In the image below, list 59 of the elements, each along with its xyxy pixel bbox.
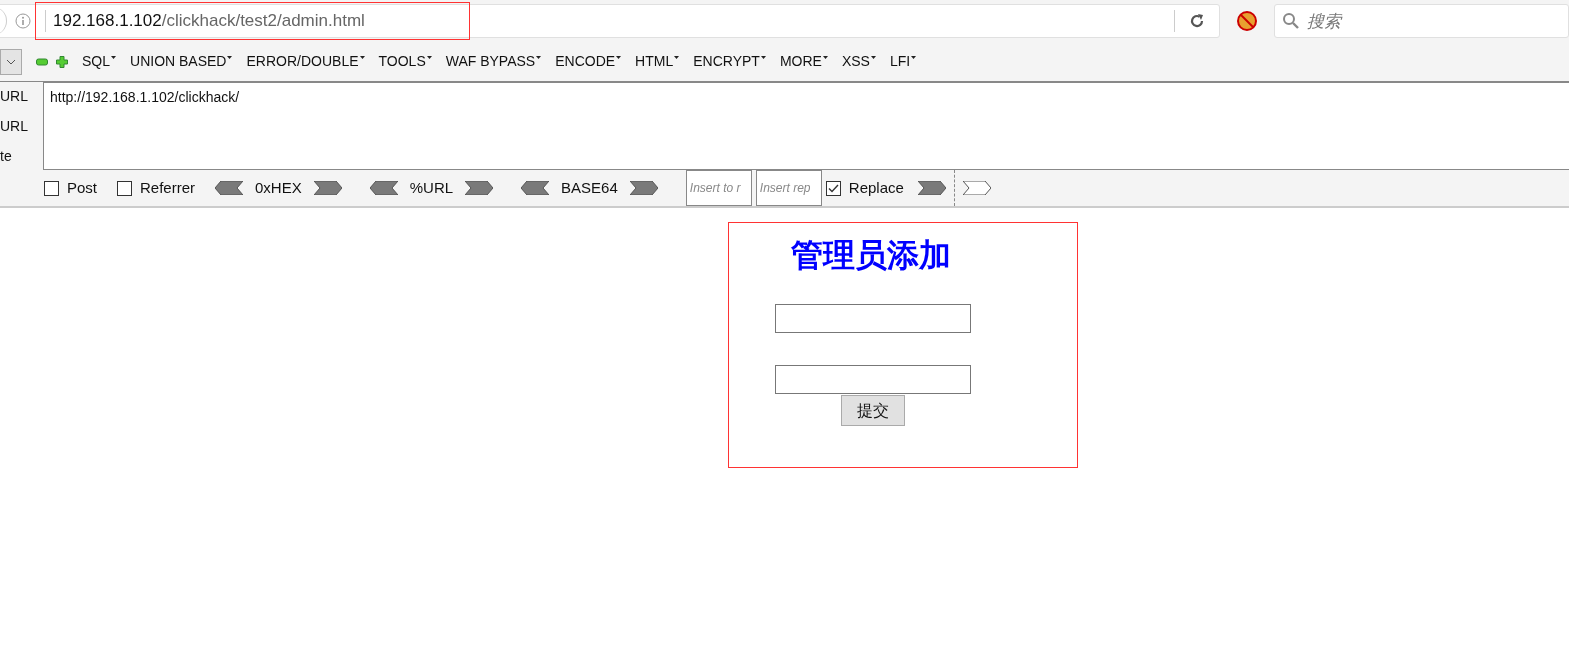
insert-field[interactable]: Insert rep <box>755 170 822 206</box>
right-chevron-icon[interactable] <box>917 181 946 195</box>
checkbox[interactable] <box>825 180 841 196</box>
left-chevron-icon[interactable] <box>215 181 244 195</box>
checkbox-label[interactable]: Post <box>67 176 97 200</box>
address-bar[interactable]: 192.168.1.102/clickhack/test2/admin.html <box>0 4 1220 38</box>
encoder-label: %URL <box>409 177 454 198</box>
right-chevron-icon[interactable] <box>962 181 991 195</box>
left-chevron-icon[interactable] <box>521 181 550 195</box>
url-host: 192.168.1.102 <box>53 10 162 33</box>
menu-item[interactable]: MORE <box>779 51 828 72</box>
submit-button[interactable]: 提交 <box>840 395 905 426</box>
encoder-label: 0xHEX <box>255 177 302 198</box>
blocked-addon-icon[interactable] <box>1236 10 1258 32</box>
caret-icon <box>227 56 233 59</box>
menu-item[interactable]: ENCRYPT <box>693 51 766 72</box>
input-field[interactable] <box>774 365 971 394</box>
right-chevron-icon[interactable] <box>629 181 658 195</box>
caret-icon <box>426 56 432 59</box>
menu-item[interactable]: TOOLS <box>378 51 432 72</box>
url-path: /clickhack/test2/admin.html <box>161 10 365 33</box>
right-chevron-icon[interactable] <box>313 181 342 195</box>
insert-field[interactable]: Insert to r <box>685 170 752 206</box>
side-label[interactable]: URL <box>0 116 43 137</box>
menu-item[interactable]: ERROR/DOUBLE <box>246 51 365 72</box>
chevron-down-icon <box>6 58 16 65</box>
caret-icon <box>822 56 828 59</box>
caret-icon <box>911 56 917 59</box>
caret-icon <box>111 56 116 59</box>
menu-item[interactable]: ENCODE <box>555 51 622 72</box>
menu-item[interactable]: UNION BASED <box>130 51 233 72</box>
menu-item[interactable]: XSS <box>841 51 876 72</box>
menu-item[interactable]: LFI <box>889 51 917 72</box>
caret-icon <box>674 56 680 59</box>
caret-icon <box>616 56 622 59</box>
side-label[interactable]: te <box>0 146 43 167</box>
minus-icon[interactable] <box>36 57 48 66</box>
checkbox[interactable] <box>117 180 132 196</box>
caret-icon <box>760 56 766 59</box>
menu-item[interactable]: HTML <box>635 51 680 72</box>
left-chevron-icon[interactable] <box>369 181 398 195</box>
checkbox-label[interactable]: Referrer <box>140 176 196 200</box>
reload-icon[interactable] <box>1189 13 1205 29</box>
side-label[interactable]: URL <box>0 86 43 107</box>
search-field[interactable]: 搜索 <box>1274 4 1569 38</box>
form-title: 管理员添加 <box>790 239 952 271</box>
checkbox[interactable] <box>44 180 59 196</box>
caret-icon <box>536 56 542 59</box>
menu-item[interactable]: WAF BYPASS <box>445 51 542 72</box>
url-textarea[interactable]: http://192.168.1.102/clickhack/ <box>43 82 1569 170</box>
encoder-label: BASE64 <box>561 177 618 198</box>
caret-icon <box>359 56 365 59</box>
plus-icon[interactable] <box>56 55 68 68</box>
checkbox-label[interactable]: Replace <box>848 176 904 200</box>
menu-item[interactable]: SQL <box>82 51 116 72</box>
caret-icon <box>870 56 876 59</box>
input-field[interactable] <box>774 304 971 333</box>
right-chevron-icon[interactable] <box>465 181 494 195</box>
search-icon <box>1282 12 1300 30</box>
